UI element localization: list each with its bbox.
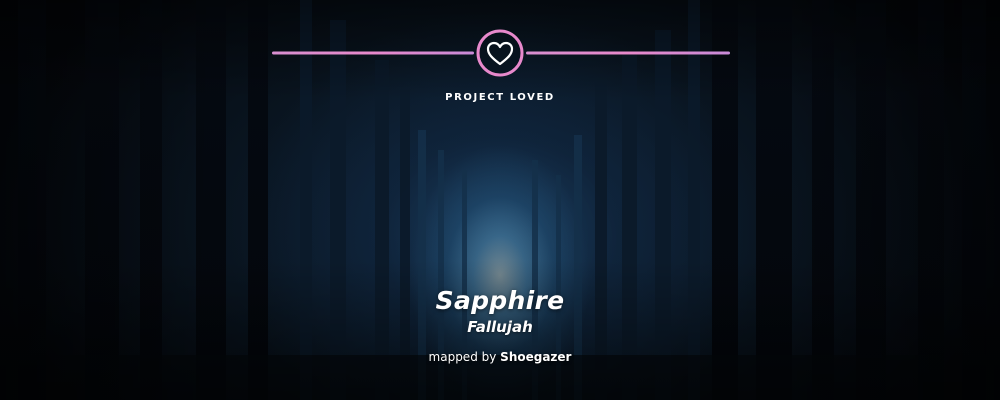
- ornament-line-right: [526, 51, 730, 55]
- song-title: Sapphire: [435, 286, 565, 315]
- song-artist: Fallujah: [467, 318, 533, 336]
- project-loved-banner: PROJECT LOVED Sapphire Fallujah mapped b…: [0, 0, 1000, 400]
- emblem-ring: [476, 29, 524, 77]
- header-ornament: [272, 29, 730, 77]
- mapper-credit: mapped by Shoegazer: [0, 350, 1000, 364]
- mapped-by-prefix: mapped by: [428, 350, 497, 364]
- brand-label: PROJECT LOVED: [445, 92, 555, 103]
- ornament-line-left: [272, 51, 474, 55]
- mapper-name: Shoegazer: [500, 350, 572, 364]
